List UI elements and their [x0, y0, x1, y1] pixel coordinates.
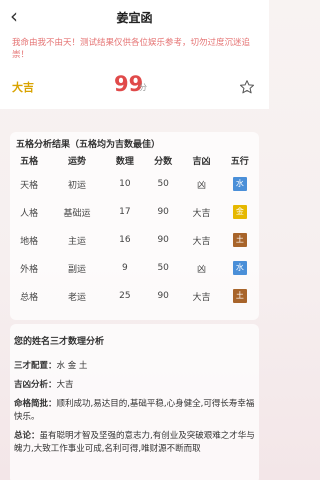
cell-name: 人格	[20, 208, 39, 219]
disclaimer-text: 我命由我不由天！测试结果仅供各位娱乐参考，切勿过度沉迷追崇！	[0, 34, 269, 65]
cell-score: 50	[157, 263, 169, 273]
column-header: 吉凶	[192, 156, 211, 167]
zonglun-label: 总论：	[14, 431, 40, 441]
cell-element: 土	[221, 226, 259, 254]
jixiong-label: 吉凶分析：	[14, 380, 57, 390]
column-header: 五格	[20, 156, 39, 167]
five-grid-card: 五格分析结果（五格均为吉数最佳） 五格 运势 数理 分数 吉凶 五行 天格 初运 1…	[10, 132, 259, 320]
column-header: 五行	[230, 156, 249, 167]
cell-number: 17	[119, 207, 131, 217]
mingge-line: 命格简批：顺利成功,易达目的,基础平稳,心身健全,可得长寿幸福快乐。	[14, 398, 255, 424]
cell-number: 10	[119, 179, 131, 189]
sancai-line: 三才配置：水 金 土	[14, 360, 255, 373]
element-badge: 水	[232, 177, 247, 191]
table-row: 地格 主运 16 90 大吉 土	[10, 226, 259, 254]
cell-luck: 副运	[68, 264, 87, 275]
cell-verdict: 大吉	[192, 208, 211, 219]
cell-score: 90	[157, 291, 169, 301]
cell-score: 90	[157, 235, 169, 245]
cell-luck: 老运	[68, 292, 87, 303]
score-level: 大吉	[12, 81, 34, 94]
element-badge: 金	[232, 205, 247, 219]
analysis-heading: 您的姓名三才数理分析	[14, 337, 105, 347]
element-badge: 土	[232, 289, 247, 303]
cell-luck: 主运	[68, 236, 87, 247]
column-header: 数理	[115, 156, 134, 167]
cell-number: 25	[119, 291, 131, 301]
cell-name: 地格	[20, 236, 39, 247]
table-row: 总格 老运 25 90 大吉 土	[10, 282, 259, 310]
five-grid-table: 五格 运势 数理 分数 吉凶 五行 天格 初运 10 50 凶水人格 基础运 17 90 大吉金…	[10, 150, 259, 310]
cell-luck: 基础运	[63, 208, 91, 219]
table-row: 人格 基础运 17 90 大吉 金	[10, 198, 259, 226]
mingge-label: 命格简批：	[14, 399, 57, 409]
element-badge: 土	[232, 233, 247, 247]
cell-number: 9	[122, 263, 128, 273]
cell-element: 水	[221, 170, 259, 198]
star-outline-icon[interactable]	[239, 79, 255, 95]
sancai-value: 水 金 土	[56, 361, 88, 371]
cell-verdict: 大吉	[192, 236, 211, 247]
score-row: 大吉 99 分	[0, 65, 269, 109]
jixiong-value: 大吉	[56, 380, 74, 390]
five-grid-heading: 五格分析结果（五格均为吉数最佳）	[16, 140, 161, 150]
page-title: 姜宜函	[116, 10, 153, 25]
cell-name: 总格	[20, 292, 39, 303]
element-badge: 水	[232, 261, 247, 275]
cell-name: 外格	[20, 264, 39, 275]
cell-luck: 初运	[68, 180, 87, 191]
cell-score: 90	[157, 207, 169, 217]
cell-number: 16	[119, 235, 131, 245]
cell-name: 天格	[20, 180, 39, 191]
table-header-row: 五格 运势 数理 分数 吉凶 五行	[10, 150, 259, 170]
column-header: 运势	[68, 156, 87, 167]
sancai-analysis-card: 您的姓名三才数理分析 三才配置：水 金 土 吉凶分析：大吉 命格简批：顺利成功,…	[10, 324, 259, 480]
cell-element: 土	[221, 282, 259, 310]
jixiong-line: 吉凶分析：大吉	[14, 379, 255, 392]
score-unit: 分	[139, 83, 147, 92]
zonglun-line: 总论：虽有聪明才智及坚强的意志力,有创业及突破艰难之才华与魄力,大致工作事业可成…	[14, 430, 255, 456]
cell-element: 金	[221, 198, 259, 226]
column-header: 分数	[154, 156, 173, 167]
sancai-label: 三才配置：	[14, 361, 57, 371]
table-row: 外格 副运 9 50 凶 水	[10, 254, 259, 282]
top-bar: ‹ 姜宜函	[0, 0, 269, 34]
zonglun-value: 虽有聪明才智及坚强的意志力,有创业及突破艰难之才华与魄力,大致工作事业可成,名利…	[14, 431, 255, 454]
cell-verdict: 大吉	[192, 292, 211, 303]
cell-verdict: 凶	[196, 180, 206, 191]
cell-score: 50	[157, 179, 169, 189]
cell-element: 水	[221, 254, 259, 282]
cell-verdict: 凶	[196, 264, 206, 275]
table-row: 天格 初运 10 50 凶 水	[10, 170, 259, 198]
chevron-left-icon[interactable]: ‹	[10, 6, 18, 26]
